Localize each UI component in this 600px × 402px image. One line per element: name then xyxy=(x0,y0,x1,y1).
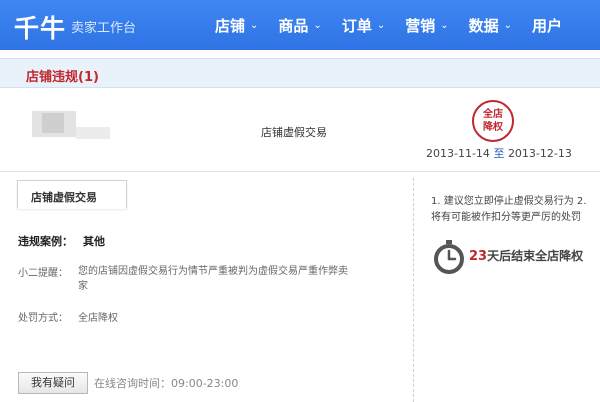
section-title: 店铺违规(1) xyxy=(26,70,99,85)
case-label: 违规案例： xyxy=(18,235,73,248)
seal-line-1: 全店 xyxy=(483,109,503,120)
nav-shop[interactable]: 店铺 ⌄ xyxy=(215,15,258,36)
date-end: 2013-12-13 xyxy=(507,147,572,160)
chevron-down-icon: ⌄ xyxy=(440,20,449,31)
reminder-text: 您的店铺因虚假交易行为情节严重被判为虚假交易严重作弊卖家 xyxy=(78,266,348,292)
nav-data[interactable]: 数据 ⌄ xyxy=(469,15,512,36)
tab-label: 店铺虚假交易 xyxy=(31,191,97,204)
nav-products[interactable]: 商品 ⌄ xyxy=(278,15,321,36)
case-value: 其他 xyxy=(83,235,105,248)
penalty-countdown: 23天后结束全店降权 xyxy=(469,247,583,264)
advice-line-1: 1. 建议您立即停止虚假交易行为 2. xyxy=(431,196,587,207)
countdown-text: 天后结束全店降权 xyxy=(487,249,584,263)
chevron-down-icon: ⌄ xyxy=(313,20,322,31)
violation-detail-panel: 店铺虚假交易 违规案例： 其他 小二提醒： 您的店铺因虚假交易行为情节严重被判为虚… xyxy=(8,178,414,402)
chevron-down-icon: ⌄ xyxy=(503,20,513,31)
chevron-down-icon: ⌄ xyxy=(376,20,386,31)
violation-type: 店铺虚假交易 xyxy=(261,126,327,139)
advice-text: 1. 建议您立即停止虚假交易行为 2. 将有可能被作扣分等更严厉的处罚 xyxy=(431,194,600,226)
date-start: 2013-11-14 xyxy=(426,147,490,160)
nav-marketing-label: 营销 xyxy=(405,17,436,35)
divider xyxy=(0,171,600,172)
advice-line-2: 将有可能被作扣分等更严厉的处罚 xyxy=(431,212,581,223)
consult-hours: 在线咨询时间：09:00-23:00 xyxy=(94,377,239,390)
nav-shop-label: 店铺 xyxy=(215,17,246,35)
date-to: 至 xyxy=(493,147,505,160)
penalty-date-range: 2013-11-14 至 2013-12-13 xyxy=(426,145,572,161)
nav-orders[interactable]: 订单 ⌄ xyxy=(342,15,385,36)
top-navigation-bar: 千牛 卖家工作台 店铺 ⌄ 商品 ⌄ 订单 ⌄ 营销 ⌄ 数据 ⌄ 用户 xyxy=(0,0,600,50)
nav-products-label: 商品 xyxy=(278,17,309,35)
nav-marketing[interactable]: 营销 ⌄ xyxy=(405,15,448,36)
violation-case: 违规案例： 其他 xyxy=(18,233,105,249)
main-nav: 店铺 ⌄ 商品 ⌄ 订单 ⌄ 营销 ⌄ 数据 ⌄ 用户 xyxy=(215,15,582,36)
chevron-down-icon: ⌄ xyxy=(250,20,259,31)
divider xyxy=(413,178,414,402)
penalty-label: 处罚方式： xyxy=(18,313,68,324)
penalty-seal: 全店 降权 xyxy=(472,100,514,142)
ask-question-button[interactable]: 我有疑问 xyxy=(18,372,88,394)
penalty-value: 全店降权 xyxy=(78,313,118,324)
stopwatch-icon xyxy=(431,239,467,275)
product-thumbnail xyxy=(32,111,110,143)
tab-violation-detail[interactable]: 店铺虚假交易 xyxy=(17,180,127,209)
countdown-days: 23 xyxy=(469,249,488,264)
nav-users-label: 用户 xyxy=(532,17,563,35)
nav-orders-label: 订单 xyxy=(341,17,372,35)
seal-line-2: 降权 xyxy=(483,122,503,133)
app-subtitle: 卖家工作台 xyxy=(71,21,137,36)
nav-data-label: 数据 xyxy=(468,17,499,35)
section-header: 店铺违规(1) xyxy=(0,58,600,88)
nav-users[interactable]: 用户 xyxy=(532,15,562,36)
reminder-label: 小二提醒： xyxy=(18,268,68,279)
app-logo[interactable]: 千牛 xyxy=(14,9,66,45)
